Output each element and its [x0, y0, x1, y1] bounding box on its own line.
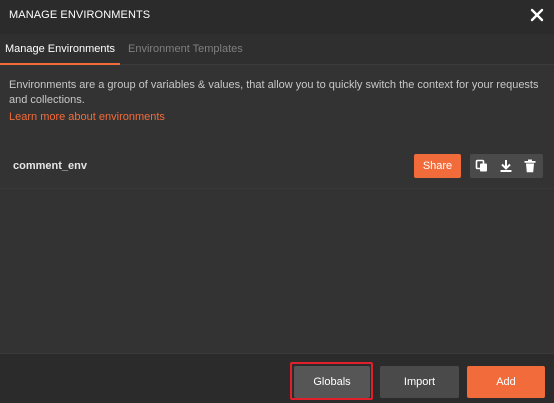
duplicate-button[interactable] [470, 154, 494, 178]
close-button[interactable] [527, 5, 547, 25]
download-button[interactable] [494, 154, 518, 178]
modal-footer: Globals Import Add [0, 353, 554, 403]
tab-bar: Manage Environments Environment Template… [0, 34, 554, 65]
globals-button[interactable]: Globals [294, 366, 370, 398]
tab-manage-environments[interactable]: Manage Environments [0, 34, 121, 65]
download-icon [500, 160, 512, 172]
import-button[interactable]: Import [380, 366, 459, 398]
modal-body: Environments are a group of variables & … [0, 65, 554, 353]
close-icon [530, 8, 544, 22]
share-button[interactable]: Share [414, 154, 461, 178]
trash-icon [524, 159, 536, 173]
environment-actions [470, 154, 543, 178]
environment-name[interactable]: comment_env [13, 160, 87, 172]
learn-more-link[interactable]: Learn more about environments [9, 111, 165, 123]
modal-title: MANAGE ENVIRONMENTS [9, 9, 151, 21]
tab-environment-templates[interactable]: Environment Templates [128, 34, 243, 65]
manage-environments-modal: MANAGE ENVIRONMENTS Manage Environments … [0, 0, 554, 403]
environment-row[interactable]: comment_env Share [0, 149, 554, 189]
add-button[interactable]: Add [467, 366, 545, 398]
duplicate-icon [475, 159, 487, 172]
delete-button[interactable] [518, 154, 542, 178]
environments-description: Environments are a group of variables & … [9, 79, 539, 106]
modal-header: MANAGE ENVIRONMENTS [0, 0, 554, 34]
